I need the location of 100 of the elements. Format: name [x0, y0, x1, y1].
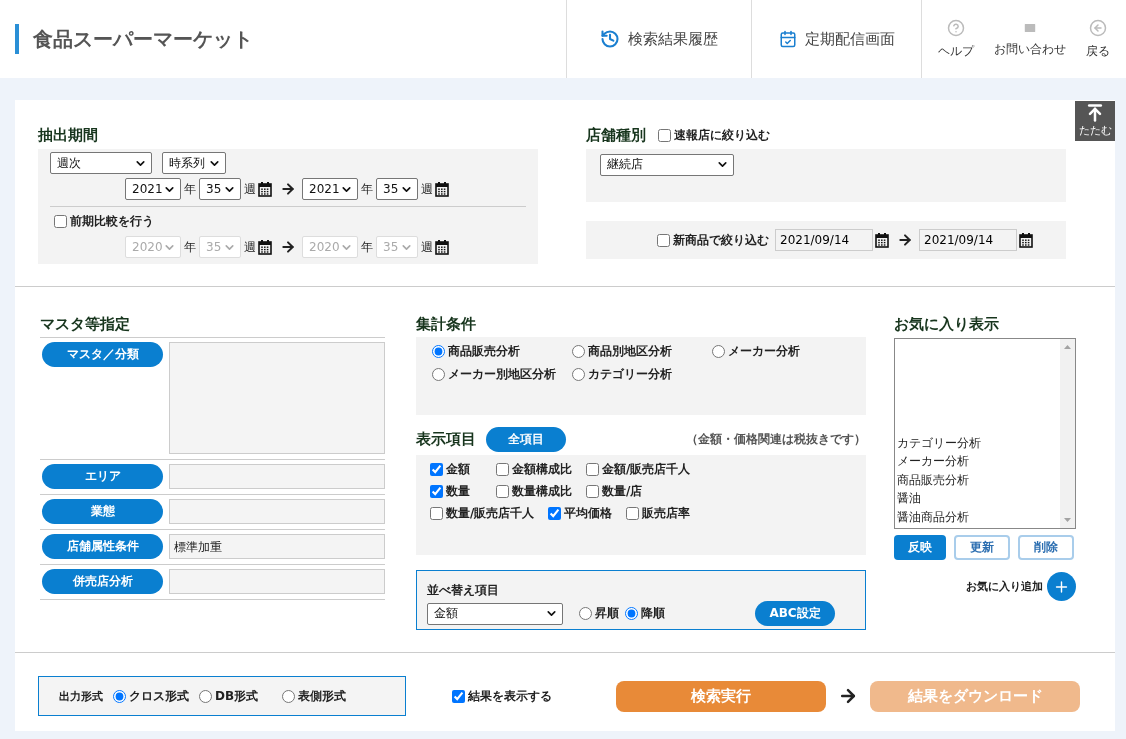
output-format-option[interactable]: DB形式 — [199, 687, 259, 705]
aggregation-radio[interactable] — [432, 368, 445, 381]
master-button[interactable]: 業態 — [42, 499, 163, 524]
aggregation-radio[interactable] — [432, 345, 445, 358]
display-option[interactable]: 数量/店 — [586, 483, 643, 500]
favorites-list[interactable]: カテゴリー分析 メーカー分析 商品販売分析 醤油 醤油商品分析 — [894, 338, 1076, 529]
display-checkbox[interactable] — [430, 485, 443, 498]
history-icon — [600, 29, 620, 49]
all-items-button[interactable]: 全項目 — [486, 427, 566, 452]
display-checkbox[interactable] — [430, 507, 443, 520]
aggregation-option[interactable]: 商品販売分析 — [432, 343, 572, 360]
aggregation-option[interactable]: メーカー分析 — [712, 343, 852, 360]
master-button[interactable]: 併売店分析 — [42, 569, 163, 594]
display-checkbox[interactable] — [430, 463, 443, 476]
display-option[interactable]: 金額構成比 — [496, 461, 572, 478]
favorite-item[interactable]: カテゴリー分析 — [897, 433, 1058, 452]
show-results-option[interactable]: 結果を表示する — [452, 687, 552, 705]
year-select[interactable]: 2021 — [302, 178, 358, 200]
add-favorite-button[interactable] — [1047, 572, 1076, 601]
calendar-icon[interactable] — [258, 181, 272, 197]
calendar-icon[interactable] — [435, 181, 449, 197]
utility-link[interactable]: ヘルプ — [928, 0, 984, 78]
output-format-radio[interactable] — [113, 689, 126, 703]
favorite-action-button[interactable]: 反映 — [894, 535, 946, 560]
master-field[interactable] — [169, 499, 385, 524]
aggregation-radio[interactable] — [712, 345, 725, 358]
section-title: 店舗種別 — [586, 126, 646, 145]
calendar-icon[interactable] — [435, 239, 449, 255]
master-button[interactable]: 店舗属性条件 — [42, 534, 163, 559]
favorite-action-button[interactable]: 削除 — [1018, 535, 1074, 560]
utility-link[interactable]: お問い合わせ — [984, 0, 1076, 78]
display-option[interactable]: 金額/販売店千人 — [586, 461, 691, 478]
calendar-icon[interactable] — [875, 232, 889, 248]
compare-checkbox-label[interactable]: 前期比較を行う — [54, 213, 154, 230]
year-unit: 年 — [184, 180, 196, 198]
display-checkbox[interactable] — [496, 485, 509, 498]
favorite-item[interactable]: 醤油 — [897, 489, 1058, 508]
master-button[interactable]: マスタ／分類 — [42, 342, 163, 367]
sort-title: 並べ替え項目 — [427, 582, 499, 599]
display-checkbox[interactable] — [548, 507, 562, 520]
output-format-option[interactable]: クロス形式 — [113, 687, 189, 705]
display-option[interactable]: 数量 — [430, 483, 482, 500]
sort-order-radio[interactable] — [625, 607, 638, 620]
collapse-button[interactable]: たたむ — [1075, 101, 1115, 141]
calendar-icon[interactable] — [258, 239, 272, 255]
aggregation-option[interactable]: 商品別地区分析 — [572, 343, 712, 360]
filter-checkbox-label[interactable]: 速報店に絞り込む — [658, 127, 770, 144]
new-product-checkbox-label[interactable]: 新商品で絞り込む — [657, 231, 769, 249]
utility-link[interactable]: 戻る — [1076, 0, 1120, 78]
aggregation-radio[interactable] — [572, 345, 585, 358]
display-checkbox[interactable] — [586, 463, 599, 476]
week-select[interactable]: 35 — [199, 178, 241, 200]
new-product-checkbox[interactable] — [657, 233, 670, 247]
scrollbar-drawing[interactable] — [1060, 339, 1075, 528]
display-checkbox[interactable] — [496, 463, 509, 476]
output-format-radio[interactable] — [282, 689, 296, 703]
abc-settings-button[interactable]: ABC設定 — [755, 601, 835, 626]
interval-select[interactable]: 週次 — [50, 152, 152, 174]
master-field[interactable] — [169, 569, 385, 594]
display-option[interactable]: 販売店率 — [626, 505, 691, 522]
arrow-right-icon — [838, 686, 858, 706]
app-title: 食品スーパーマーケット — [15, 24, 253, 54]
sort-select[interactable]: 金額 — [427, 602, 563, 625]
output-format-radio[interactable] — [199, 689, 212, 703]
date-field[interactable]: 2021/09/14 — [775, 229, 873, 251]
year-unit: 年 — [184, 238, 196, 256]
filter-checkbox[interactable] — [658, 129, 671, 142]
display-option[interactable]: 数量/販売店千人 — [430, 505, 535, 522]
favorite-item[interactable]: 商品販売分析 — [897, 470, 1058, 489]
calendar-icon[interactable] — [1019, 232, 1033, 248]
master-field[interactable] — [169, 464, 385, 489]
mode-select[interactable]: 時系列 — [162, 152, 226, 174]
week-select[interactable]: 35 — [376, 178, 418, 200]
show-results-checkbox[interactable] — [452, 689, 465, 703]
output-format-option[interactable]: 表側形式 — [282, 687, 347, 705]
display-option[interactable]: 金額 — [430, 461, 482, 478]
display-checkbox[interactable] — [586, 485, 599, 498]
display-option[interactable]: 平均価格 — [548, 505, 613, 522]
aggregation-radio[interactable] — [572, 368, 585, 381]
store-type-select[interactable]: 継続店 — [600, 153, 734, 176]
aggregation-option[interactable]: カテゴリー分析 — [572, 366, 712, 383]
master-field[interactable]: 標準加重 — [169, 534, 385, 559]
master-field[interactable] — [169, 342, 385, 454]
display-option[interactable]: 数量構成比 — [496, 483, 572, 500]
favorite-item[interactable]: メーカー分析 — [897, 452, 1058, 471]
sort-order-radio[interactable] — [579, 607, 592, 620]
favorite-item[interactable]: 醤油商品分析 — [897, 507, 1058, 526]
display-checkbox[interactable] — [626, 507, 640, 520]
compare-checkbox[interactable] — [54, 215, 67, 228]
nav-link[interactable]: 定期配信画面 — [751, 0, 921, 78]
sort-order-option[interactable]: 降順 — [625, 605, 665, 622]
section-title: 抽出期間 — [38, 126, 99, 145]
favorite-action-button[interactable]: 更新 — [954, 535, 1010, 560]
master-button[interactable]: エリア — [42, 464, 163, 489]
date-field[interactable]: 2021/09/14 — [919, 229, 1017, 251]
nav-link[interactable]: 検索結果履歴 — [566, 0, 751, 78]
sort-order-option[interactable]: 昇順 — [579, 605, 619, 622]
section-title: お気に入り表示 — [894, 315, 1000, 334]
aggregation-option[interactable]: メーカー別地区分析 — [432, 366, 572, 383]
year-select[interactable]: 2021 — [125, 178, 181, 200]
